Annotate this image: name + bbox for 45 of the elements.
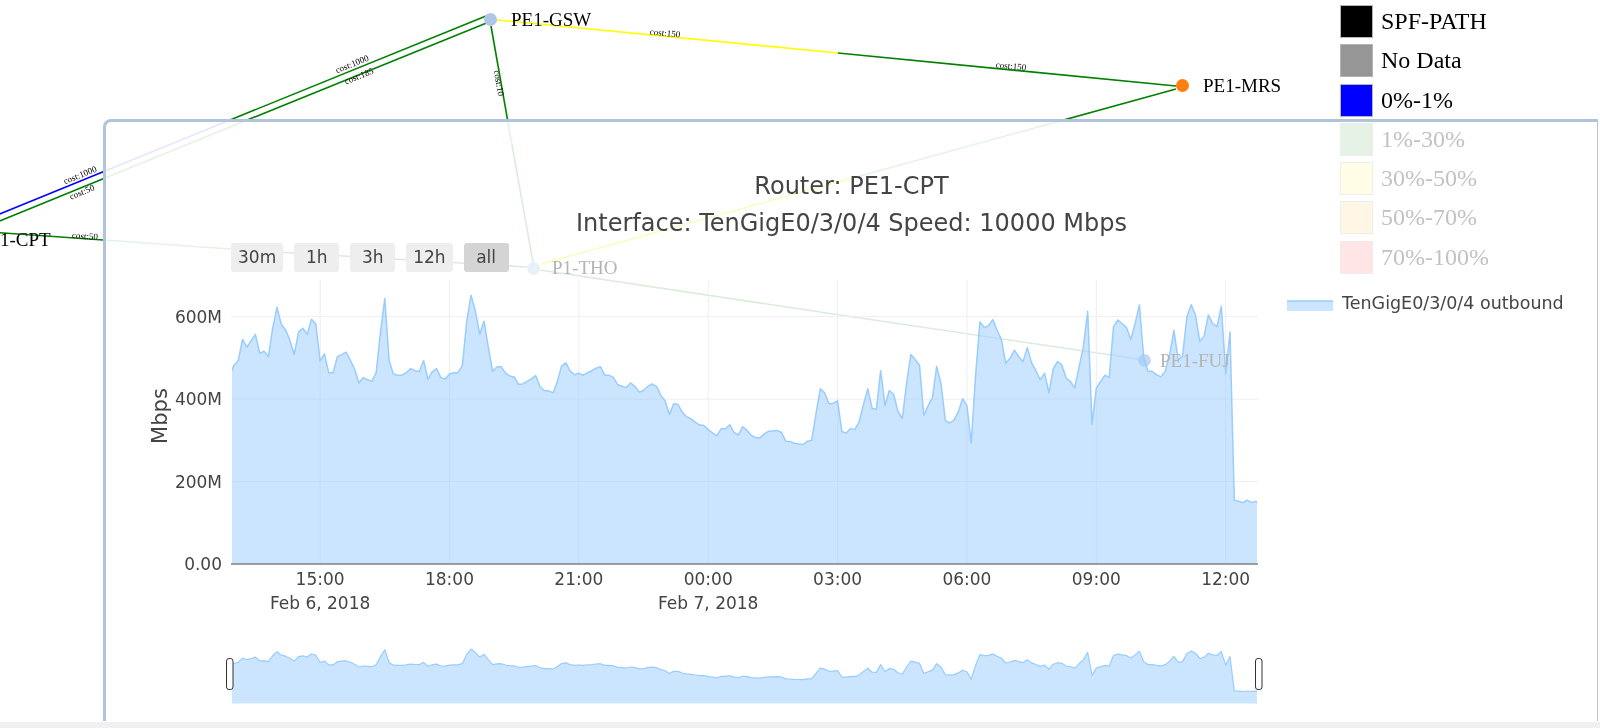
range-button[interactable]: 12h [406, 243, 453, 272]
link-cost-label: cost:150 [649, 26, 681, 40]
legend-label: 0%-1% [1381, 85, 1453, 115]
range-slider-handle[interactable] [1255, 658, 1263, 690]
chart-title: Router: PE1-CPT [754, 171, 949, 202]
node-label: PE1-FUJ [1160, 350, 1230, 372]
range-button[interactable]: 1h [294, 243, 340, 272]
x-tick-label: 21:00 [554, 569, 604, 589]
link-cost-label: cost:10 [491, 69, 507, 97]
range-button[interactable]: 30m [231, 243, 284, 272]
range-slider-preview[interactable] [232, 648, 1257, 704]
x-tick-label: 09:00 [1071, 569, 1121, 589]
horizontal-scrollbar[interactable] [0, 722, 1600, 728]
legend-label: 30%-50% [1381, 164, 1477, 194]
y-tick-label: 200M [174, 471, 222, 492]
link-cost-label: cost:150 [995, 59, 1027, 73]
x-tick-label: 15:00 [295, 569, 345, 589]
y-axis-title: Mbps [148, 388, 172, 444]
legend-area-icon [1286, 300, 1334, 311]
link-cost-label: cost:50 [71, 230, 99, 242]
chart-subtitle: Interface: TenGigE0/3/0/4 Speed: 10000 Mbps [576, 208, 1127, 239]
node-label: PE1-GSW [511, 9, 592, 31]
legend-label: 70%-100% [1381, 242, 1489, 272]
node-label: P1-THO [552, 257, 618, 279]
x-tick-date-label: Feb 6, 2018 [269, 593, 371, 613]
legend-label: SPF-PATH [1381, 7, 1487, 36]
y-tick-label: 0.00 [184, 554, 222, 574]
x-tick-label: 03:00 [813, 569, 863, 589]
y-tick-label: 400M [174, 389, 222, 410]
legend-label: 1%-30% [1381, 124, 1465, 154]
node-label: PE1-MRS [1203, 75, 1282, 97]
x-tick-label: 00:00 [683, 569, 733, 589]
x-tick-label: 06:00 [942, 569, 992, 589]
legend-label: 50%-70% [1381, 203, 1477, 233]
link-cost-label: cost:50 [68, 182, 96, 202]
x-tick-date-label: Feb 7, 2018 [658, 593, 759, 613]
legend-label: No Data [1381, 46, 1462, 76]
range-slider-handle[interactable] [226, 658, 234, 690]
range-button[interactable]: 3h [350, 243, 396, 272]
x-tick-label: 18:00 [425, 569, 474, 589]
node-label: 1-CPT [0, 229, 51, 251]
x-tick-label: 12:00 [1201, 569, 1251, 589]
legend-series-label[interactable]: TenGigE0/3/0/4 outbound [1342, 293, 1564, 313]
range-button[interactable]: all [463, 243, 509, 272]
y-tick-label: 600M [174, 306, 222, 327]
